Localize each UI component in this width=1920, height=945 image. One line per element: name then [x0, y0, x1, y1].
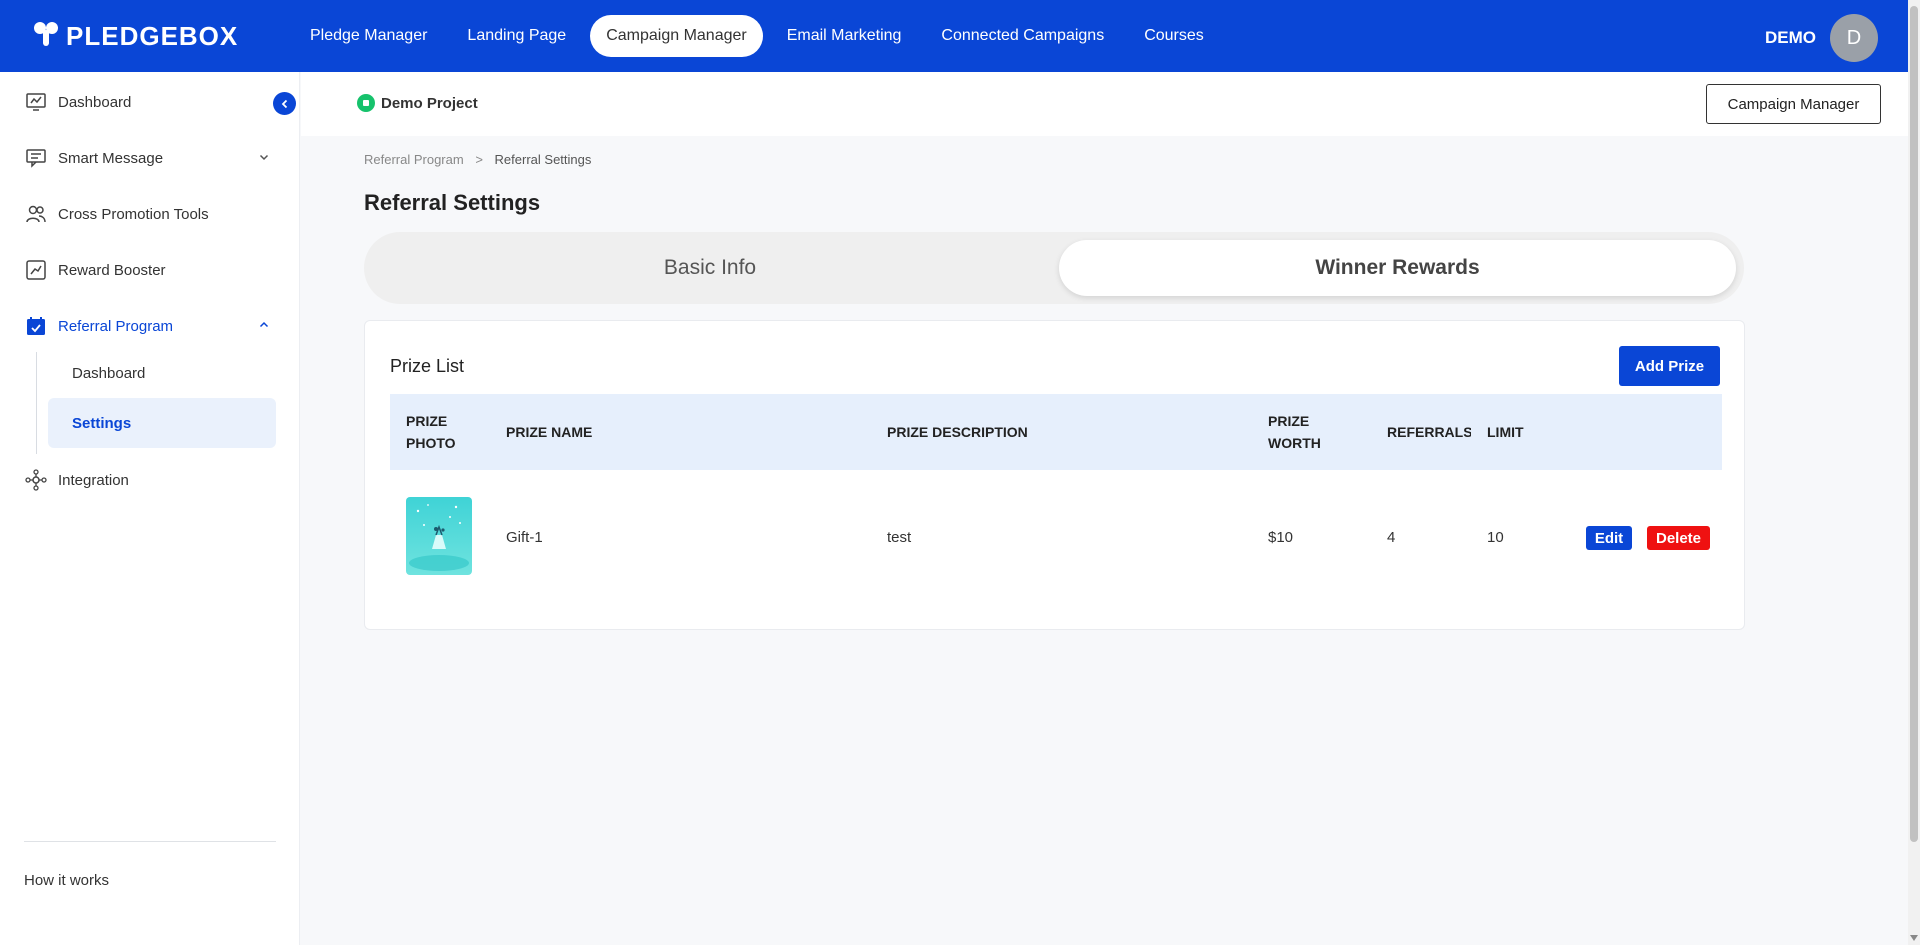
- nav-landing-page[interactable]: Landing Page: [451, 15, 582, 57]
- column-prize-worth: PRIZE WORTH: [1268, 413, 1321, 451]
- sidebar-item-label: Referral Program: [58, 317, 174, 335]
- nav-connected-campaigns[interactable]: Connected Campaigns: [925, 15, 1120, 57]
- logo-icon: [32, 20, 60, 53]
- column-prize-photo: PRIZE PHOTO: [406, 413, 456, 451]
- sidebar-item-smart-message[interactable]: Smart Message: [24, 146, 276, 170]
- nav-email-marketing[interactable]: Email Marketing: [771, 15, 918, 57]
- sidebar-item-cross-promotion[interactable]: Cross Promotion Tools: [24, 202, 209, 226]
- sidebar-item-label: Smart Message: [58, 149, 164, 167]
- limit-cell: 10: [1487, 529, 1504, 546]
- chevron-up-icon: [258, 318, 270, 335]
- nav-courses[interactable]: Courses: [1128, 15, 1220, 57]
- users-icon: [24, 202, 48, 226]
- dashboard-icon: [24, 90, 48, 114]
- sidebar-item-integration[interactable]: Integration: [24, 468, 129, 492]
- prize-worth-cell: $10: [1268, 529, 1294, 546]
- sidebar-item-label: Reward Booster: [58, 261, 166, 279]
- sidebar-item-referral-program[interactable]: Referral Program: [24, 314, 276, 338]
- submenu-guide-line: [36, 352, 37, 454]
- add-prize-button[interactable]: Add Prize: [1619, 346, 1720, 386]
- avatar[interactable]: D: [1830, 14, 1878, 62]
- submenu-item-dashboard[interactable]: Dashboard: [48, 348, 276, 398]
- sidebar-item-reward-booster[interactable]: Reward Booster: [24, 258, 166, 282]
- sidebar-item-label: Integration: [58, 471, 129, 489]
- scrollbar-thumb[interactable]: [1910, 6, 1918, 842]
- campaign-manager-button[interactable]: Campaign Manager: [1706, 84, 1881, 124]
- top-navbar: PLEDGEBOX Pledge Manager Landing Page Ca…: [0, 0, 1908, 72]
- brand-name: PLEDGEBOX: [66, 20, 239, 51]
- table-row: Gift-1 test $10 4 10 Edit Delete: [390, 470, 1722, 605]
- delete-prize-button[interactable]: Delete: [1647, 526, 1710, 550]
- column-prize-description: PRIZE DESCRIPTION: [887, 424, 1028, 440]
- column-prize-name: PRIZE NAME: [506, 424, 593, 440]
- tab-basic-info[interactable]: Basic Info: [372, 240, 1048, 296]
- submenu-item-settings[interactable]: Settings: [48, 398, 276, 448]
- prize-photo: [406, 497, 472, 575]
- chart-icon: [24, 258, 48, 282]
- edit-prize-button[interactable]: Edit: [1586, 526, 1632, 550]
- project-header: Demo Project Campaign Manager: [301, 72, 1908, 136]
- prize-list-card: Prize List Add Prize PRIZE PHOTO PRIZE N…: [364, 320, 1745, 630]
- integration-icon: [24, 468, 48, 492]
- prize-list-title: Prize List: [390, 356, 465, 376]
- breadcrumb-parent[interactable]: Referral Program: [364, 152, 464, 167]
- column-referrals: REFERRALS: [1387, 424, 1471, 440]
- chevron-down-icon: [258, 150, 270, 167]
- breadcrumb: Referral Program > Referral Settings: [364, 152, 591, 167]
- project-name-label: Demo Project: [381, 94, 478, 112]
- settings-tabs: Basic Info Winner Rewards: [364, 232, 1744, 304]
- nav-pledge-manager[interactable]: Pledge Manager: [294, 15, 443, 57]
- user-menu[interactable]: DEMO D: [1765, 14, 1878, 62]
- message-icon: [24, 146, 48, 170]
- sidebar-item-dashboard[interactable]: Dashboard: [24, 90, 131, 114]
- sidebar: Dashboard Smart Message Cross Promotion …: [0, 72, 300, 945]
- project-name[interactable]: Demo Project: [357, 94, 478, 112]
- collapse-sidebar-button[interactable]: [273, 92, 296, 115]
- chevron-left-icon: [281, 99, 287, 108]
- project-status-icon: [357, 94, 375, 112]
- nav-campaign-manager[interactable]: Campaign Manager: [590, 15, 763, 57]
- main-nav: Pledge Manager Landing Page Campaign Man…: [294, 15, 1228, 57]
- table-header: PRIZE PHOTO PRIZE NAME PRIZE DESCRIPTION…: [390, 394, 1722, 470]
- sidebar-item-label: Dashboard: [58, 93, 132, 111]
- user-name: DEMO: [1765, 28, 1816, 47]
- breadcrumb-current: Referral Settings: [494, 152, 592, 167]
- tab-winner-rewards[interactable]: Winner Rewards: [1059, 240, 1736, 296]
- brand-logo[interactable]: PLEDGEBOX: [32, 20, 262, 53]
- prize-name-cell: Gift-1: [506, 529, 543, 546]
- breadcrumb-separator: >: [475, 152, 483, 167]
- referrals-cell: 4: [1387, 529, 1396, 546]
- sidebar-divider: [24, 841, 276, 842]
- scroll-down-arrow[interactable]: [1910, 935, 1918, 941]
- sidebar-item-label: Cross Promotion Tools: [58, 205, 209, 223]
- how-it-works-link[interactable]: How it works: [24, 872, 109, 889]
- page-title: Referral Settings: [364, 190, 541, 215]
- column-limit: LIMIT: [1487, 424, 1524, 440]
- calendar-icon: [24, 314, 48, 338]
- prize-description-cell: test: [887, 529, 912, 546]
- page-scrollbar[interactable]: [1908, 0, 1920, 945]
